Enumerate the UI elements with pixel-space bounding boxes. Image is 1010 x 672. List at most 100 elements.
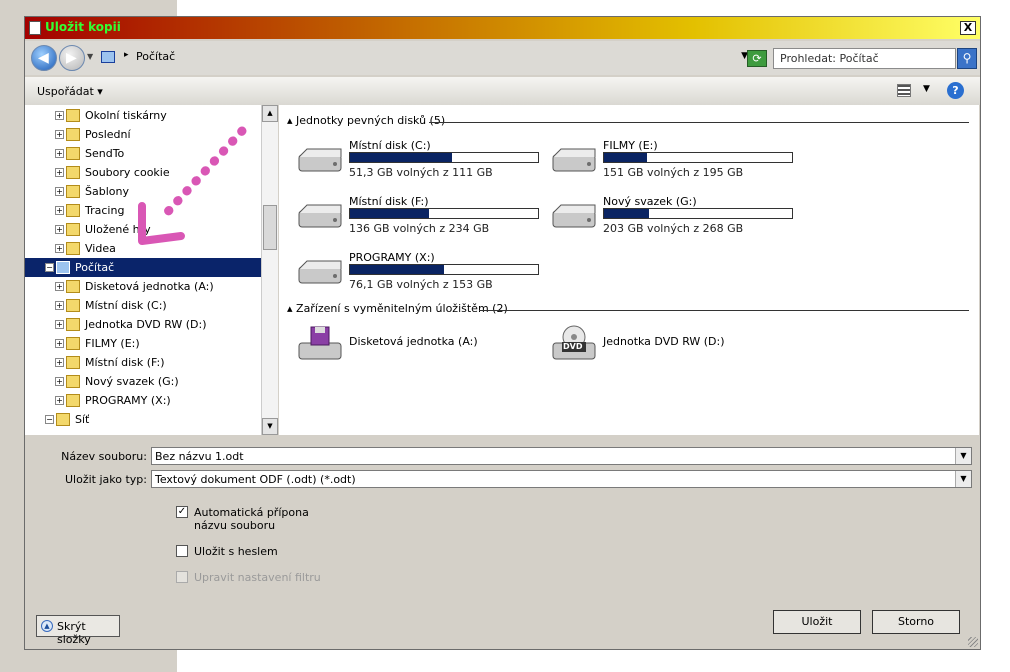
folder-icon (66, 166, 80, 179)
tree-expander-icon[interactable]: + (55, 339, 64, 348)
filename-dropdown-icon[interactable]: ▼ (955, 448, 971, 464)
filetype-select[interactable]: Textový dokument ODF (.odt) (*.odt) ▼ (151, 470, 972, 488)
tree-expander-icon[interactable]: + (55, 130, 64, 139)
usage-bar-fill (350, 153, 452, 162)
view-options-icon[interactable] (897, 84, 911, 97)
tree-expander-icon[interactable]: + (55, 358, 64, 367)
tree-item-label: Síť (75, 413, 90, 426)
tree-expander-icon[interactable]: + (55, 111, 64, 120)
tree-item[interactable]: + Disketová jednotka (A:) (25, 277, 261, 296)
back-button[interactable]: ◀ (31, 45, 57, 71)
usage-bar (603, 152, 793, 163)
tree-item-label: Místní disk (C:) (85, 299, 167, 312)
tree-expander-icon[interactable]: − (45, 263, 54, 272)
tree-item[interactable]: + Videa (25, 239, 261, 258)
usage-bar-fill (604, 209, 650, 218)
drive-item[interactable]: Místní disk (F:) 136 GB volných z 234 GB (297, 195, 547, 247)
save-form: Název souboru: Bez názvu 1.odt ▼ Uložit … (25, 435, 980, 649)
floppy-drive-icon (297, 325, 343, 367)
tree-expander-icon[interactable]: + (55, 225, 64, 234)
tree-expander-icon[interactable]: + (55, 168, 64, 177)
tree-item[interactable]: + FILMY (E:) (25, 334, 261, 353)
tree-item-label: PROGRAMY (X:) (85, 394, 171, 407)
tree-item-label: Soubory cookie (85, 166, 170, 179)
filetype-dropdown-icon[interactable]: ▼ (955, 471, 971, 487)
tree-item[interactable]: + Místní disk (C:) (25, 296, 261, 315)
breadcrumb-chevron-icon[interactable]: ▸ (124, 50, 129, 60)
tree-expander-icon[interactable]: − (45, 415, 54, 424)
tree-expander-icon[interactable]: + (55, 187, 64, 196)
drive-item[interactable]: FILMY (E:) 151 GB volných z 195 GB (551, 139, 801, 191)
resize-grip[interactable] (968, 637, 978, 647)
view-dropdown-icon[interactable]: ▼ (923, 84, 930, 94)
floppy-drive-icon-shape (298, 326, 342, 360)
auto-extension-checkbox[interactable]: ✓ (176, 506, 188, 518)
scroll-up-button[interactable]: ▲ (262, 105, 278, 122)
cancel-button[interactable]: Storno (872, 610, 960, 634)
help-icon[interactable]: ? (947, 82, 964, 99)
forward-button[interactable]: ▶ (59, 45, 85, 71)
filename-field[interactable]: Bez názvu 1.odt ▼ (151, 447, 972, 465)
search-icon[interactable]: ⚲ (957, 48, 977, 69)
address-bar[interactable]: ▸ Počítač ▼ (97, 48, 748, 68)
folder-tree[interactable]: + Okolní tiskárny + Poslední + SendTo + Soubory… (25, 105, 261, 435)
hard-drive-icon-shape (298, 148, 342, 172)
filter-label: Upravit nastavení filtru (194, 571, 321, 584)
password-checkbox[interactable] (176, 545, 188, 557)
folder-icon (66, 109, 80, 122)
tree-item[interactable]: − Počítač (25, 258, 261, 277)
folder-icon (66, 204, 80, 217)
tree-expander-icon[interactable]: + (55, 301, 64, 310)
refresh-button[interactable]: ⟳ (747, 50, 767, 67)
tree-item[interactable]: + Tracing (25, 201, 261, 220)
organize-button[interactable]: Uspořádat ▾ (37, 85, 103, 98)
tree-expander-icon[interactable]: + (55, 396, 64, 405)
tree-item[interactable]: + Nový svazek (G:) (25, 372, 261, 391)
drive-name: Místní disk (C:) (349, 139, 431, 152)
tree-expander-icon[interactable]: + (55, 320, 64, 329)
folder-icon (56, 413, 70, 426)
tree-item[interactable]: + Šablony (25, 182, 261, 201)
tree-item[interactable]: + Poslední (25, 125, 261, 144)
tree-expander-icon[interactable]: + (55, 377, 64, 386)
tree-scrollbar[interactable]: ▲ ▼ (261, 105, 278, 435)
tree-expander-icon[interactable]: + (55, 206, 64, 215)
tree-item[interactable]: + Uložené hry (25, 220, 261, 239)
hide-folders-button[interactable]: ▲ Skrýt složky (36, 615, 120, 646)
tree-item-label: FILMY (E:) (85, 337, 140, 350)
group-header-removable[interactable]: ▴ Zařízení s vyměnitelným úložištěm (2) (287, 302, 508, 316)
drive-free-space: 203 GB volných z 268 GB (603, 222, 744, 235)
breadcrumb-location[interactable]: Počítač (136, 50, 175, 63)
tree-item[interactable]: + Jednotka DVD RW (D:) (25, 315, 261, 334)
tree-item-label: Uložené hry (85, 223, 151, 236)
tree-item[interactable]: + SendTo (25, 144, 261, 163)
drive-name: Místní disk (F:) (349, 195, 429, 208)
group-divider (479, 310, 969, 311)
tree-item[interactable]: + Okolní tiskárny (25, 106, 261, 125)
folder-icon (66, 356, 80, 369)
group-header-hard-drives[interactable]: ▴ Jednotky pevných disků (5) (287, 114, 445, 128)
device-item[interactable]: Disketová jednotka (A:) (297, 325, 547, 377)
device-item[interactable]: DVD Jednotka DVD RW (D:) (551, 325, 801, 377)
drive-item[interactable]: PROGRAMY (X:) 76,1 GB volných z 153 GB (297, 251, 547, 303)
tree-item[interactable]: + Soubory cookie (25, 163, 261, 182)
tree-item[interactable]: + PROGRAMY (X:) (25, 391, 261, 410)
tree-item-label: Okolní tiskárny (85, 109, 167, 122)
tree-expander-icon[interactable]: + (55, 149, 64, 158)
tree-expander-icon[interactable]: + (55, 244, 64, 253)
scroll-down-button[interactable]: ▼ (262, 418, 278, 435)
tree-expander-icon[interactable]: + (55, 282, 64, 291)
drive-item[interactable]: Nový svazek (G:) 203 GB volných z 268 GB (551, 195, 801, 247)
close-button[interactable]: X (960, 21, 976, 35)
tree-item[interactable]: + Místní disk (F:) (25, 353, 261, 372)
title-bar[interactable]: Uložit kopii X (25, 17, 980, 39)
save-button[interactable]: Uložit (773, 610, 861, 634)
search-input[interactable]: Prohledat: Počítač (773, 48, 956, 69)
drive-free-space: 151 GB volných z 195 GB (603, 166, 744, 179)
history-dropdown-icon[interactable]: ▼ (87, 52, 93, 61)
tree-item[interactable]: − Síť (25, 410, 261, 429)
scroll-thumb[interactable] (263, 205, 277, 250)
filename-value: Bez názvu 1.odt (155, 450, 244, 463)
drive-item[interactable]: Místní disk (C:) 51,3 GB volných z 111 GB (297, 139, 547, 191)
search-placeholder: Prohledat: Počítač (780, 52, 879, 65)
